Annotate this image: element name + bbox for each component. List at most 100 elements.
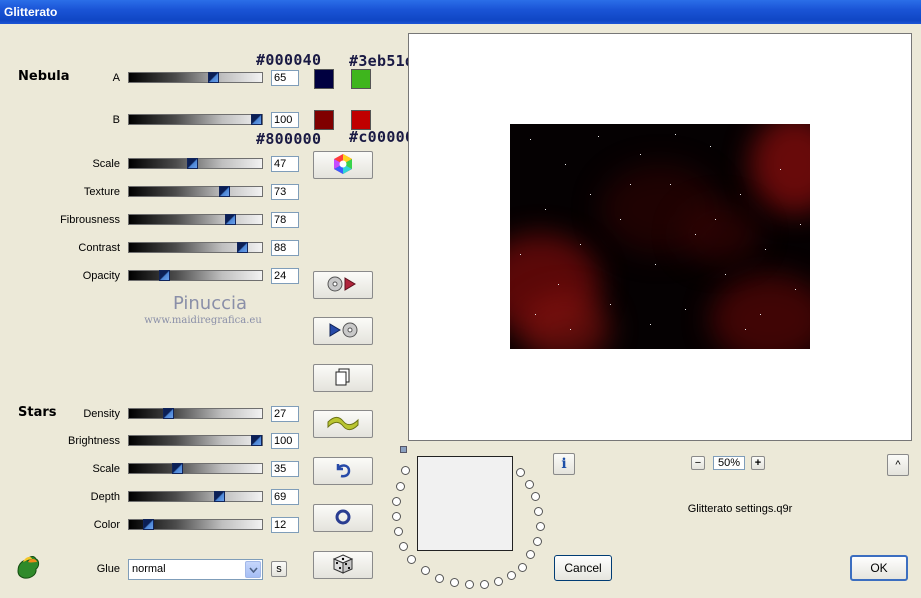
stars-scale-value[interactable]: 35 — [271, 461, 299, 477]
window-title: Glitterato — [0, 0, 921, 24]
stars-density-label: Density — [83, 408, 120, 420]
nebula-b-slider[interactable] — [128, 114, 263, 125]
ring-dot[interactable] — [450, 578, 459, 587]
ring-dot[interactable] — [396, 482, 405, 491]
ring-dot[interactable] — [465, 580, 474, 589]
stars-density-slider[interactable] — [128, 408, 263, 419]
random-color-button[interactable] — [313, 151, 373, 179]
ring-dot[interactable] — [534, 507, 543, 516]
nebula-a-slider[interactable] — [128, 72, 263, 83]
save-preset-button[interactable] — [313, 317, 373, 345]
slider-thumb[interactable] — [187, 158, 198, 169]
nebula-a-value[interactable]: 65 — [271, 70, 299, 86]
zoom-out-button[interactable]: − — [691, 456, 705, 470]
watermark-name: Pinuccia — [172, 293, 248, 314]
ring-dot[interactable] — [533, 537, 542, 546]
ring-dot[interactable] — [494, 577, 503, 586]
ring-dot[interactable] — [518, 563, 527, 572]
stars-brightness-value[interactable]: 100 — [271, 433, 299, 449]
nebula-fibrousness-label: Fibrousness — [60, 214, 120, 226]
nebula-b-color-2-swatch[interactable] — [351, 110, 371, 130]
info-button[interactable]: i — [553, 453, 575, 475]
ring-dot[interactable] — [480, 580, 489, 589]
color-b-right-hex: #c00000 — [349, 128, 415, 146]
sphere-preview[interactable] — [417, 456, 513, 551]
stars-color-slider[interactable] — [128, 519, 263, 530]
nebula-a-color-1-swatch[interactable] — [314, 69, 334, 89]
nebula-scale-slider[interactable] — [128, 158, 263, 169]
nebula-scale-label: Scale — [92, 158, 120, 170]
nebula-fibrousness-value[interactable]: 78 — [271, 212, 299, 228]
nebula-opacity-label: Opacity — [82, 270, 120, 282]
ring-dot[interactable] — [407, 555, 416, 564]
color-b-left-hex: #800000 — [256, 130, 322, 148]
glue-s-button[interactable]: s — [271, 561, 287, 577]
glue-select[interactable]: normal — [128, 559, 263, 580]
nebula-scale-value[interactable]: 47 — [271, 156, 299, 172]
ring-dot[interactable] — [421, 566, 430, 575]
ring-dot[interactable] — [435, 574, 444, 583]
stars-brightness-label: Brightness — [68, 435, 120, 447]
ok-button[interactable]: OK — [850, 555, 908, 581]
load-preset-button[interactable] — [313, 271, 373, 299]
zoom-level[interactable]: 50% — [713, 456, 745, 470]
nebula-b-value[interactable]: 100 — [271, 112, 299, 128]
ring-dot[interactable] — [392, 497, 401, 506]
chevron-down-icon[interactable] — [245, 561, 261, 578]
ring-dot[interactable] — [399, 542, 408, 551]
slider-thumb[interactable] — [163, 408, 174, 419]
preview-panel[interactable] — [408, 33, 912, 441]
color-hexagon-icon — [332, 153, 354, 178]
ring-dot[interactable] — [394, 527, 403, 536]
reset-button[interactable] — [313, 504, 373, 532]
copy-button[interactable] — [313, 364, 373, 392]
nebula-opacity-value[interactable]: 24 — [271, 268, 299, 284]
ring-dot[interactable] — [401, 466, 410, 475]
stars-depth-label: Depth — [90, 491, 120, 503]
nebula-opacity-slider[interactable] — [128, 270, 263, 281]
ring-dot[interactable] — [536, 522, 545, 531]
randomize-button[interactable] — [313, 551, 373, 579]
disc-play-icon — [326, 274, 360, 297]
ring-dot[interactable] — [507, 571, 516, 580]
ring-dot[interactable] — [392, 512, 401, 521]
nebula-texture-label: Texture — [83, 186, 120, 198]
nebula-b-color-1-swatch[interactable] — [314, 110, 334, 130]
wave-button[interactable] — [313, 410, 373, 438]
slider-thumb[interactable] — [219, 186, 230, 197]
nebula-a-label: A — [112, 72, 120, 84]
settings-filename: Glitterato settings.q9r — [687, 503, 793, 515]
minus-icon: − — [694, 457, 702, 469]
handle-marker[interactable] — [400, 446, 407, 453]
nebula-texture-slider[interactable] — [128, 186, 263, 197]
nebula-fibrousness-slider[interactable] — [128, 214, 263, 225]
nebula-a-color-2-swatch[interactable] — [351, 69, 371, 89]
slider-thumb[interactable] — [225, 214, 236, 225]
slider-thumb[interactable] — [251, 435, 262, 446]
ring-dot[interactable] — [531, 492, 540, 501]
nebula-texture-value[interactable]: 73 — [271, 184, 299, 200]
collapse-preview-button[interactable]: ^ — [887, 454, 909, 476]
slider-thumb[interactable] — [159, 270, 170, 281]
nebula-contrast-value[interactable]: 88 — [271, 240, 299, 256]
stars-depth-value[interactable]: 69 — [271, 489, 299, 505]
ring-dot[interactable] — [516, 468, 525, 477]
undo-button[interactable] — [313, 457, 373, 485]
ring-dot[interactable] — [525, 480, 534, 489]
stars-depth-slider[interactable] — [128, 491, 263, 502]
nebula-preview-image — [510, 124, 810, 349]
slider-thumb[interactable] — [251, 114, 262, 125]
zoom-in-button[interactable]: + — [751, 456, 765, 470]
stars-brightness-slider[interactable] — [128, 435, 263, 446]
slider-thumb[interactable] — [143, 519, 154, 530]
nebula-contrast-slider[interactable] — [128, 242, 263, 253]
slider-thumb[interactable] — [172, 463, 183, 474]
slider-thumb[interactable] — [237, 242, 248, 253]
cancel-button[interactable]: Cancel — [554, 555, 612, 581]
stars-density-value[interactable]: 27 — [271, 406, 299, 422]
stars-scale-slider[interactable] — [128, 463, 263, 474]
stars-color-value[interactable]: 12 — [271, 517, 299, 533]
slider-thumb[interactable] — [214, 491, 225, 502]
slider-thumb[interactable] — [208, 72, 219, 83]
ring-dot[interactable] — [526, 550, 535, 559]
